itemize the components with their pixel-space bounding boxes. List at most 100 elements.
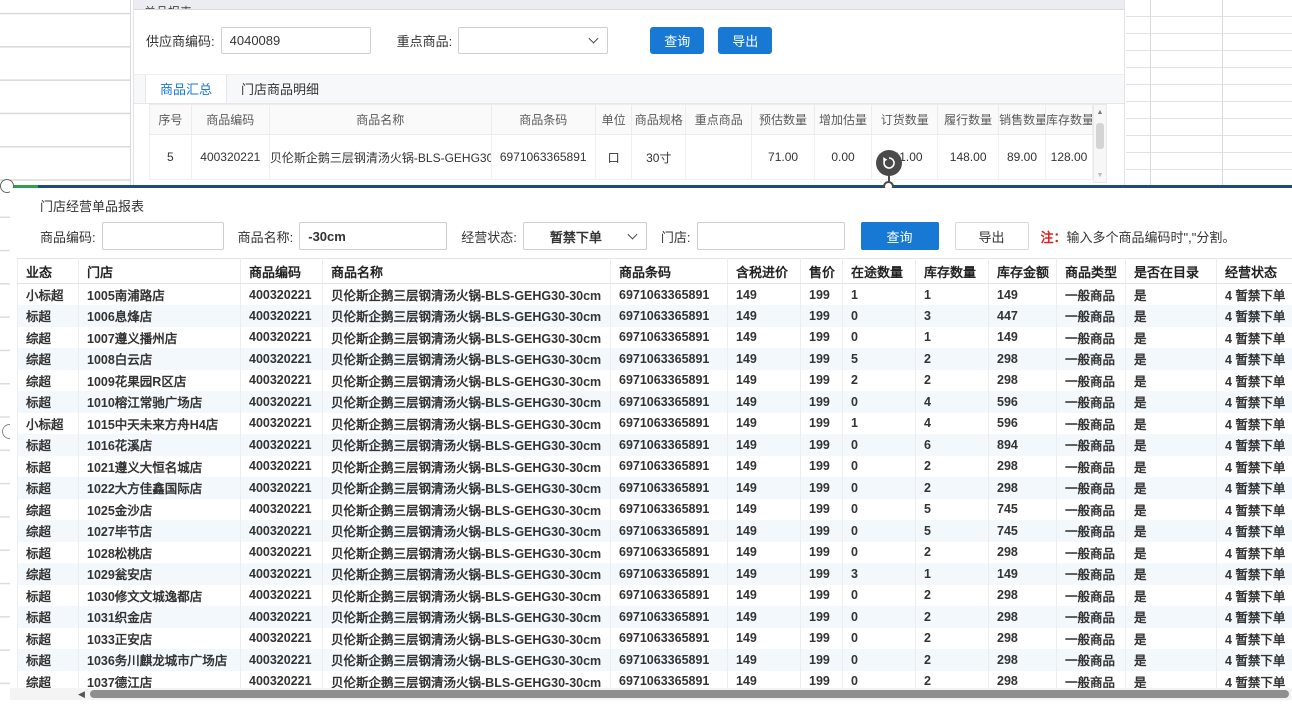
query-button[interactable]: 查询 (650, 27, 704, 54)
table-cell: 4 暂禁下单 (1217, 413, 1292, 435)
table-row[interactable]: 综超1008白云店400320221贝伦斯企鹅三层钢清汤火锅-BLS-GEHG3… (18, 348, 1292, 370)
table-row[interactable]: 综超1027毕节店400320221贝伦斯企鹅三层钢清汤火锅-BLS-GEHG3… (18, 520, 1292, 542)
rotate-arrow-icon (881, 155, 897, 171)
table-row[interactable]: 标超1016花溪店400320221贝伦斯企鹅三层钢清汤火锅-BLS-GEHG3… (18, 434, 1292, 456)
table-row[interactable]: 小标超1005南浦路店400320221贝伦斯企鹅三层钢清汤火锅-BLS-GEH… (18, 284, 1292, 306)
table-cell: 4 暂禁下单 (1217, 499, 1292, 521)
supplier-code-input[interactable] (221, 27, 371, 54)
supplier-code-label: 供应商编码: (146, 31, 215, 50)
status-select[interactable]: 暂禁下单 (523, 222, 647, 250)
table-row[interactable]: 综超1029瓮安店400320221贝伦斯企鹅三层钢清汤火锅-BLS-GEHG3… (18, 563, 1292, 585)
table-cell: 199 (801, 327, 843, 349)
refresh-cursor-icon[interactable] (876, 150, 902, 176)
query-button[interactable]: 查询 (861, 222, 939, 250)
column-header: 门店 (79, 259, 241, 284)
table-cell: 4 暂禁下单 (1217, 477, 1292, 499)
table-row[interactable]: 小标超1015中天未来方舟H4店400320221贝伦斯企鹅三层钢清汤火锅-BL… (18, 413, 1292, 435)
tab-store-product-detail[interactable]: 门店商品明细 (227, 75, 333, 103)
table-cell: 一般商品 (1057, 434, 1126, 456)
table-row[interactable]: 标超1030修文文城逸都店400320221贝伦斯企鹅三层钢清汤火锅-BLS-G… (18, 585, 1292, 607)
table-cell: 4 暂禁下单 (1217, 284, 1292, 306)
table-cell: 贝伦斯企鹅三层钢清汤火锅-BLS-GEHG30-30cm (323, 649, 611, 671)
bottom-panel: 门店经营单品报表 商品编码: 商品名称: 经营状态: 暂禁下单 门店: 查询 导… (10, 188, 1292, 715)
column-header: 商品条码 (491, 105, 595, 135)
product-code-input[interactable] (102, 222, 224, 250)
scroll-up-icon[interactable]: ▲ (1094, 105, 1106, 117)
table-cell: 400320221 (241, 585, 323, 607)
spreadsheet-grid-left (0, 0, 131, 186)
table-cell: 1022大方佳鑫国际店 (79, 477, 241, 499)
table-cell: 是 (1126, 542, 1217, 564)
table-cell: 4 暂禁下单 (1217, 542, 1292, 564)
table-cell: 标超 (18, 542, 79, 564)
table-cell: 1015中天未来方舟H4店 (79, 413, 241, 435)
table-cell: 1 (916, 284, 989, 306)
key-product-select[interactable] (458, 27, 608, 54)
note-prefix: 注： (1041, 230, 1067, 245)
table-cell: 一般商品 (1057, 606, 1126, 628)
scrollbar-thumb[interactable] (90, 690, 1289, 698)
table-row[interactable]: 综超1025金沙店400320221贝伦斯企鹅三层钢清汤火锅-BLS-GEHG3… (18, 499, 1292, 521)
table-cell: 199 (801, 628, 843, 650)
column-header: 含税进价 (728, 259, 801, 284)
table-row[interactable]: 标超1022大方佳鑫国际店400320221贝伦斯企鹅三层钢清汤火锅-BLS-G… (18, 477, 1292, 499)
tab-product-summary[interactable]: 商品汇总 (145, 75, 227, 103)
table-cell: 149 (728, 477, 801, 499)
table-cell: 6971063365891 (611, 606, 728, 628)
table-cell: 一般商品 (1057, 456, 1126, 478)
table-row[interactable]: 综超1009花果园R区店400320221贝伦斯企鹅三层钢清汤火锅-BLS-GE… (18, 370, 1292, 392)
table-cell: 是 (1126, 628, 1217, 650)
table-cell: 298 (989, 477, 1057, 499)
table-cell: 是 (1126, 563, 1217, 585)
table-cell: 149 (989, 284, 1057, 306)
table-cell: 149 (728, 499, 801, 521)
table-cell: 1021遵义大恒名城店 (79, 456, 241, 478)
table-cell: 199 (801, 413, 843, 435)
scrollbar-thumb[interactable] (1096, 123, 1104, 149)
table-cell: 一般商品 (1057, 520, 1126, 542)
export-button[interactable]: 导出 (718, 27, 772, 54)
table-cell: 149 (728, 327, 801, 349)
table-cell: 是 (1126, 305, 1217, 327)
product-name-input[interactable] (299, 222, 447, 250)
table-cell: 149 (728, 305, 801, 327)
table-row[interactable]: 5400320221贝伦斯企鹅三层钢清汤火锅-BLS-GEHG30-30cm69… (150, 135, 1093, 180)
column-header: 序号 (150, 105, 192, 135)
table-cell: 149 (728, 649, 801, 671)
scroll-left-icon[interactable]: ◀ (78, 689, 85, 699)
table-cell: 149 (989, 327, 1057, 349)
summary-table-scrollbar[interactable]: ▲ ▼ (1093, 104, 1107, 183)
table-cell: 是 (1126, 413, 1217, 435)
table-cell: 4 暂禁下单 (1217, 305, 1292, 327)
table-cell: 4 暂禁下单 (1217, 606, 1292, 628)
horizontal-scrollbar[interactable]: ◀ (10, 688, 1292, 700)
table-cell: 298 (989, 628, 1057, 650)
export-button[interactable]: 导出 (955, 222, 1029, 250)
table-row[interactable]: 标超1033正安店400320221贝伦斯企鹅三层钢清汤火锅-BLS-GEHG3… (18, 628, 1292, 650)
table-row[interactable]: 标超1021遵义大恒名城店400320221贝伦斯企鹅三层钢清汤火锅-BLS-G… (18, 456, 1292, 478)
table-cell: 6 (916, 434, 989, 456)
table-row[interactable]: 标超1031织金店400320221贝伦斯企鹅三层钢清汤火锅-BLS-GEHG3… (18, 606, 1292, 628)
table-cell: 贝伦斯企鹅三层钢清汤火锅-BLS-GEHG30-30cm (323, 391, 611, 413)
table-cell: 4 暂禁下单 (1217, 649, 1292, 671)
table-cell: 综超 (18, 563, 79, 585)
table-cell: 贝伦斯企鹅三层钢清汤火锅-BLS-GEHG30-30cm (323, 606, 611, 628)
table-row[interactable]: 标超1006息烽店400320221贝伦斯企鹅三层钢清汤火锅-BLS-GEHG3… (18, 305, 1292, 327)
table-cell: 199 (801, 305, 843, 327)
table-cell: 0 (843, 542, 916, 564)
chevron-down-icon (627, 230, 637, 240)
store-input[interactable] (697, 222, 845, 250)
table-row[interactable]: 综超1007遵义播州店400320221贝伦斯企鹅三层钢清汤火锅-BLS-GEH… (18, 327, 1292, 349)
table-cell: 0 (843, 649, 916, 671)
table-cell: 149 (728, 585, 801, 607)
column-header: 在途数量 (843, 259, 916, 284)
table-cell: 2 (916, 649, 989, 671)
table-cell: 标超 (18, 585, 79, 607)
table-row[interactable]: 标超1028松桃店400320221贝伦斯企鹅三层钢清汤火锅-BLS-GEHG3… (18, 542, 1292, 564)
scroll-down-icon[interactable]: ▼ (1094, 172, 1106, 180)
table-cell: 综超 (18, 370, 79, 392)
table-cell: 400320221 (191, 135, 269, 180)
table-row[interactable]: 标超1010榕江常驰广场店400320221贝伦斯企鹅三层钢清汤火锅-BLS-G… (18, 391, 1292, 413)
table-row[interactable]: 标超1036务川麒龙城市广场店400320221贝伦斯企鹅三层钢清汤火锅-BLS… (18, 649, 1292, 671)
table-cell: 贝伦斯企鹅三层钢清汤火锅-BLS-GEHG30-30cm (323, 628, 611, 650)
